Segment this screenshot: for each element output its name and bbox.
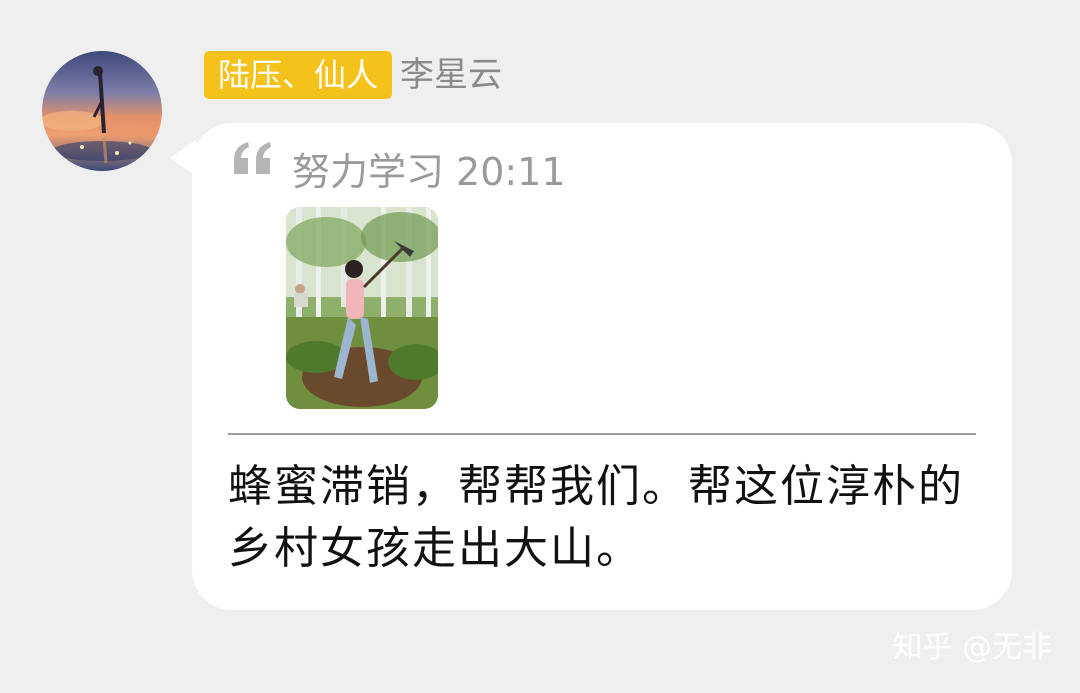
title-badge: 陆压、仙人 — [204, 51, 393, 99]
avatar-image — [42, 51, 162, 171]
quote-icon — [232, 140, 274, 176]
message-text: 蜂蜜滞销，帮帮我们。帮这位淳朴的乡村女孩走出大山。 — [228, 461, 964, 574]
sender-row: 陆压、仙人 李星云 — [204, 51, 502, 99]
quote-meta: 努力学习 20:11 — [292, 148, 566, 196]
sender-name[interactable]: 李星云 — [400, 51, 502, 99]
divider — [228, 433, 976, 435]
quoted-photo[interactable] — [286, 207, 438, 409]
quote-author: 努力学习 — [292, 150, 445, 194]
quote-time: 20:11 — [456, 150, 566, 194]
watermark: 知乎 @无非 — [892, 630, 1052, 665]
avatar[interactable] — [42, 51, 162, 171]
